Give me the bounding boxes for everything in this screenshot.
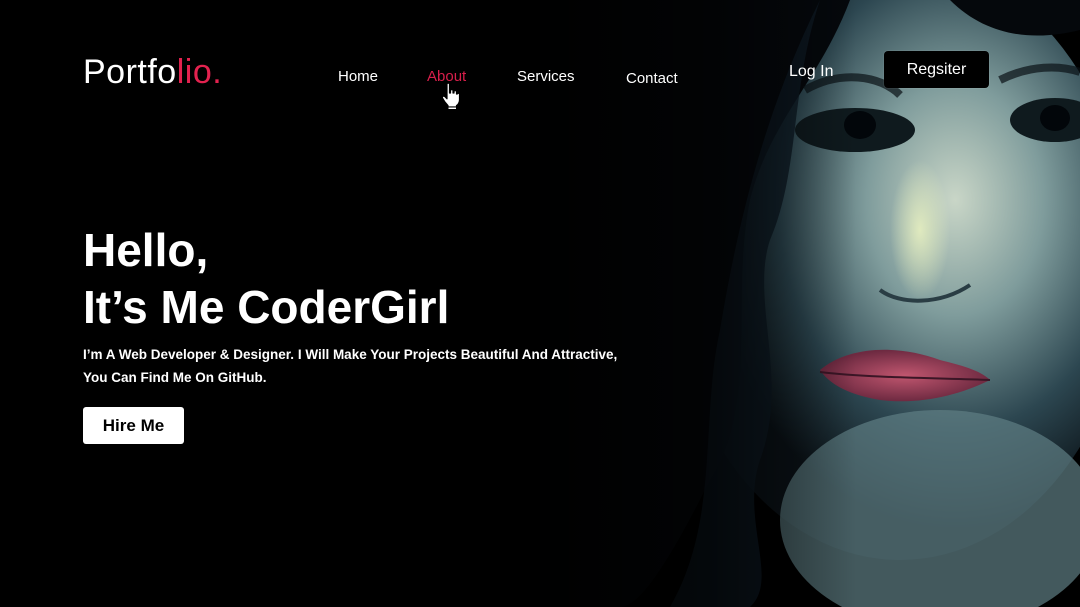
hand-pointer-icon bbox=[440, 82, 462, 110]
login-link[interactable]: Log In bbox=[789, 63, 833, 81]
hero-greeting: Hello, bbox=[83, 224, 209, 276]
hero-subtitle-line2: You Can Find Me On GitHub. bbox=[83, 370, 267, 385]
hero-subtitle-line1: I’m A Web Developer & Designer. I Will M… bbox=[83, 347, 618, 362]
hire-me-button[interactable]: Hire Me bbox=[83, 407, 184, 444]
hero-subtitle: I’m A Web Developer & Designer. I Will M… bbox=[83, 343, 683, 389]
nav-link-home[interactable]: Home bbox=[338, 68, 378, 85]
nav-link-services[interactable]: Services bbox=[517, 68, 575, 85]
hero-title: It’s Me CoderGirl bbox=[83, 281, 450, 333]
hero-headline: Hello, It’s Me CoderGirl bbox=[83, 222, 449, 336]
nav-link-contact[interactable]: Contact bbox=[626, 70, 678, 87]
hero-portrait-image bbox=[520, 0, 1080, 607]
register-button[interactable]: Regsiter bbox=[884, 51, 989, 88]
